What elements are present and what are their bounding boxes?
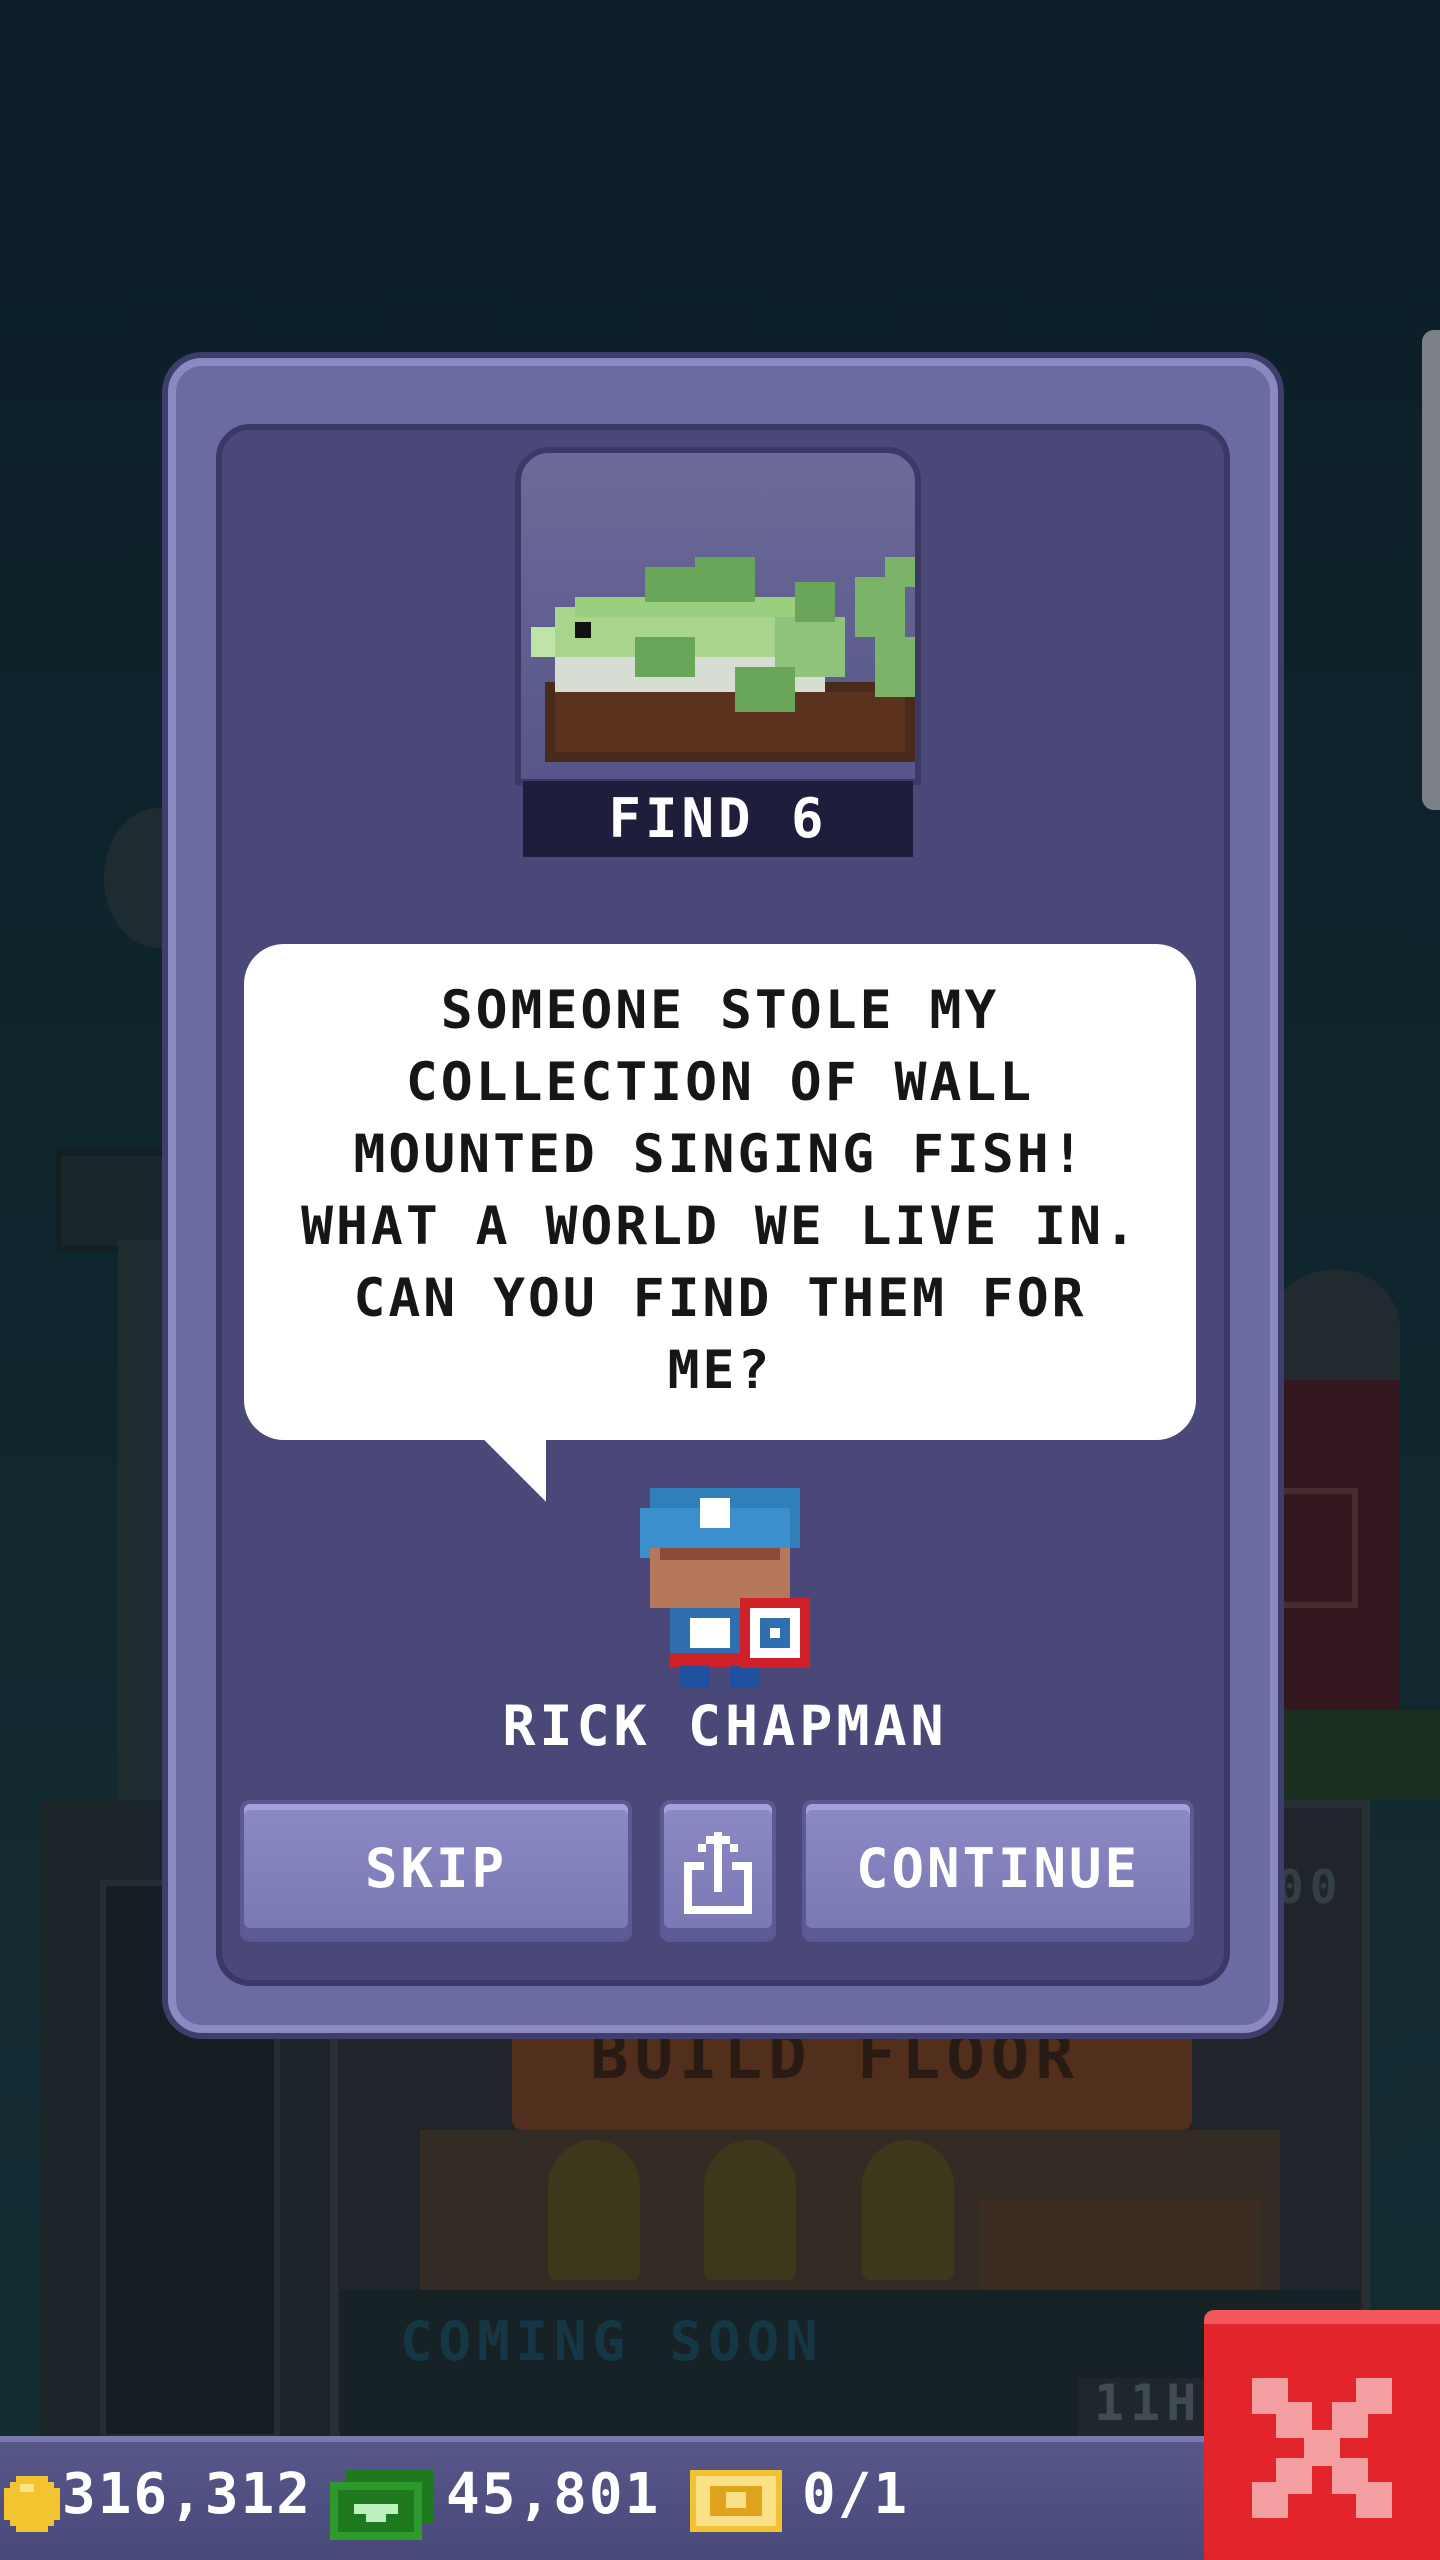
tickets-count: 0/1 xyxy=(802,2462,910,2527)
share-button[interactable] xyxy=(660,1800,776,1942)
captain-character-icon xyxy=(640,1488,810,1688)
coin-icon xyxy=(4,2476,60,2532)
character-name: RICK CHAPMAN xyxy=(502,1694,948,1758)
fish-icon xyxy=(531,557,915,762)
quest-card: FIND 6 xyxy=(515,447,921,857)
continue-button[interactable]: CONTINUE xyxy=(802,1800,1194,1942)
speech-bubble-tail xyxy=(480,1436,546,1502)
close-button[interactable] xyxy=(1204,2310,1440,2560)
bux-count: 45,801 xyxy=(446,2462,661,2527)
share-icon xyxy=(684,1832,752,1914)
ticket-icon xyxy=(690,2470,782,2532)
close-icon xyxy=(1252,2378,1392,2518)
quest-goal-label: FIND 6 xyxy=(523,781,913,857)
dialog-text: SOMEONE STOLE MY COLLECTION OF WALL MOUN… xyxy=(301,980,1139,1401)
coins-count: 316,312 xyxy=(62,2462,313,2527)
game-screen: BUILD FLOOR COMING SOON 11H 00 FIND 6 SO… xyxy=(0,0,1440,2560)
skip-button[interactable]: SKIP xyxy=(240,1800,632,1942)
bux-icon xyxy=(330,2470,434,2540)
